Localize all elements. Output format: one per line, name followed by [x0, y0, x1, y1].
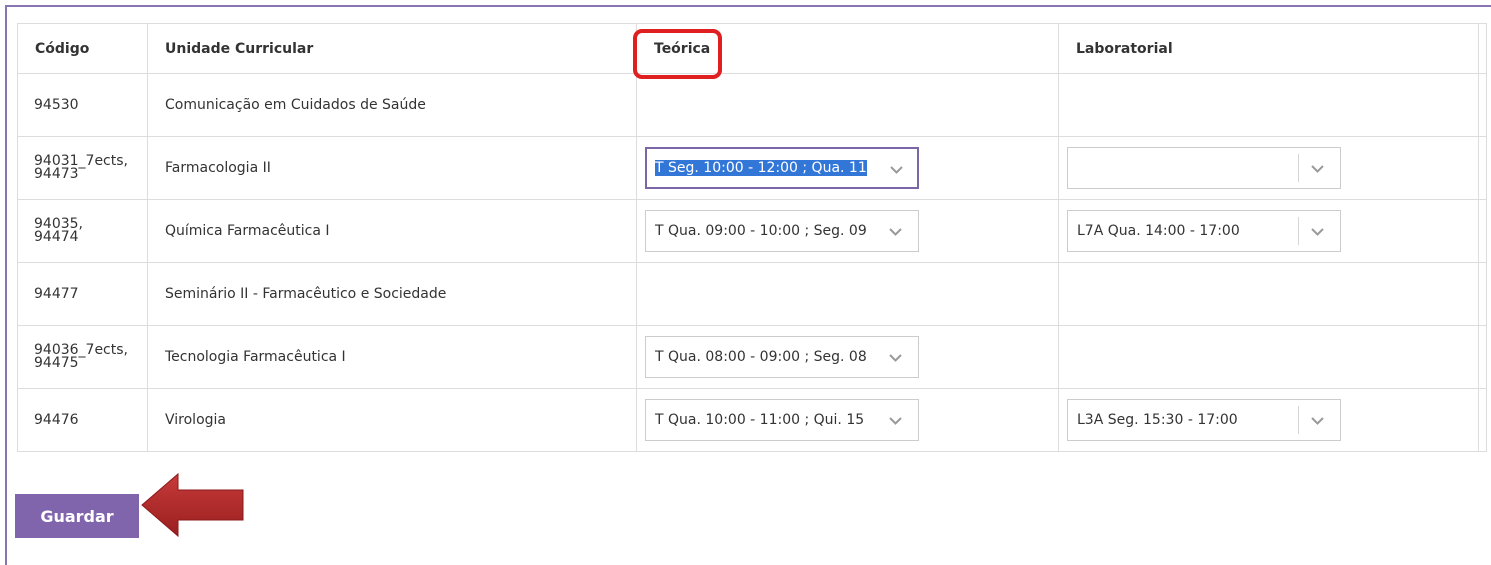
row-edge	[1478, 262, 1487, 326]
select-divider	[1298, 217, 1299, 245]
lab-cell	[1058, 325, 1479, 389]
theory-cell: T Seg. 10:00 - 12:00 ; Qua. 11	[636, 136, 1059, 200]
selected-text: T Seg. 10:00 - 12:00 ; Qua. 11	[655, 160, 867, 176]
course-name: Química Farmacêutica I	[147, 199, 637, 263]
chevron-down-icon[interactable]	[889, 413, 902, 429]
table-header-row: Código Unidade Curricular Teórica Labora…	[17, 23, 1487, 74]
course-code-line2: 94475	[34, 355, 79, 371]
table-row: 94036_7ects, 94475 Tecnologia Farmacêuti…	[17, 325, 1487, 389]
lab-cell	[1058, 136, 1479, 200]
course-name: Farmacologia II	[147, 136, 637, 200]
table-row: 94476 Virologia T Qua. 10:00 - 11:00 ; Q…	[17, 388, 1487, 452]
chevron-down-icon[interactable]	[1311, 161, 1324, 177]
column-header-unit: Unidade Curricular	[147, 23, 637, 74]
theory-select[interactable]: T Qua. 10:00 - 11:00 ; Qui. 15	[645, 399, 919, 441]
column-header-lab: Laboratorial	[1058, 23, 1479, 74]
course-code-line1: 94476	[34, 411, 79, 428]
lab-select[interactable]	[1067, 147, 1341, 189]
course-code-line2: 94473	[34, 166, 79, 182]
lab-select[interactable]: L3A Seg. 15:30 - 17:00	[1067, 399, 1341, 441]
theory-select[interactable]: T Qua. 09:00 - 10:00 ; Seg. 09	[645, 210, 919, 252]
theory-select-value: T Qua. 10:00 - 11:00 ; Qui. 15	[655, 412, 865, 428]
chevron-down-icon[interactable]	[1311, 413, 1324, 429]
row-edge	[1478, 73, 1487, 137]
lab-select-value: L3A Seg. 15:30 - 17:00	[1077, 412, 1238, 428]
row-edge	[1478, 325, 1487, 389]
theory-select-value: T Seg. 10:00 - 12:00 ; Qua. 11	[647, 160, 880, 176]
theory-cell	[636, 262, 1059, 326]
course-name: Virologia	[147, 388, 637, 452]
course-code: 94031_7ects, 94473	[17, 136, 148, 200]
course-code: 94036_7ects, 94475	[17, 325, 148, 389]
theory-cell: T Qua. 10:00 - 11:00 ; Qui. 15	[636, 388, 1059, 452]
row-edge	[1478, 388, 1487, 452]
theory-select[interactable]: T Qua. 08:00 - 09:00 ; Seg. 08	[645, 336, 919, 378]
save-button[interactable]: Guardar	[15, 494, 139, 538]
theory-select[interactable]: T Seg. 10:00 - 12:00 ; Qua. 11	[645, 147, 919, 189]
theory-select-value: T Qua. 08:00 - 09:00 ; Seg. 08	[655, 349, 867, 365]
course-code: 94530	[17, 73, 148, 137]
course-code-line2: 94474	[34, 229, 79, 245]
theory-cell	[636, 73, 1059, 137]
theory-select-value: T Qua. 09:00 - 10:00 ; Seg. 09	[655, 223, 867, 239]
course-code: 94477	[17, 262, 148, 326]
lab-select[interactable]: L7A Qua. 14:00 - 17:00	[1067, 210, 1341, 252]
table-row: 94530 Comunicação em Cuidados de Saúde	[17, 73, 1487, 137]
course-code-line1: 94530	[34, 96, 79, 113]
theory-cell: T Qua. 09:00 - 10:00 ; Seg. 09	[636, 199, 1059, 263]
schedule-table: Código Unidade Curricular Teórica Labora…	[17, 23, 1487, 452]
annotation-highlight-box	[633, 29, 722, 79]
course-code: 94035, 94474	[17, 199, 148, 263]
row-edge	[1478, 199, 1487, 263]
theory-cell: T Qua. 08:00 - 09:00 ; Seg. 08	[636, 325, 1059, 389]
lab-select-value: L7A Qua. 14:00 - 17:00	[1077, 223, 1240, 239]
chevron-down-icon[interactable]	[889, 350, 902, 366]
column-header-extra	[1478, 23, 1487, 74]
annotation-arrow-icon	[141, 472, 244, 538]
lab-cell	[1058, 262, 1479, 326]
course-name: Comunicação em Cuidados de Saúde	[147, 73, 637, 137]
chevron-down-icon[interactable]	[889, 224, 902, 240]
course-code: 94476	[17, 388, 148, 452]
lab-cell: L7A Qua. 14:00 - 17:00	[1058, 199, 1479, 263]
row-edge	[1478, 136, 1487, 200]
select-divider	[1298, 154, 1299, 182]
course-name: Tecnologia Farmacêutica I	[147, 325, 637, 389]
course-name: Seminário II - Farmacêutico e Sociedade	[147, 262, 637, 326]
select-divider	[1298, 406, 1299, 434]
chevron-down-icon[interactable]	[890, 162, 903, 178]
table-row: 94035, 94474 Química Farmacêutica I T Qu…	[17, 199, 1487, 263]
table-row: 94031_7ects, 94473 Farmacologia II T Seg…	[17, 136, 1487, 200]
table-row: 94477 Seminário II - Farmacêutico e Soci…	[17, 262, 1487, 326]
chevron-down-icon[interactable]	[1311, 224, 1324, 240]
lab-cell: L3A Seg. 15:30 - 17:00	[1058, 388, 1479, 452]
course-code-line1: 94477	[34, 285, 79, 302]
column-header-code: Código	[17, 23, 148, 74]
lab-cell	[1058, 73, 1479, 137]
